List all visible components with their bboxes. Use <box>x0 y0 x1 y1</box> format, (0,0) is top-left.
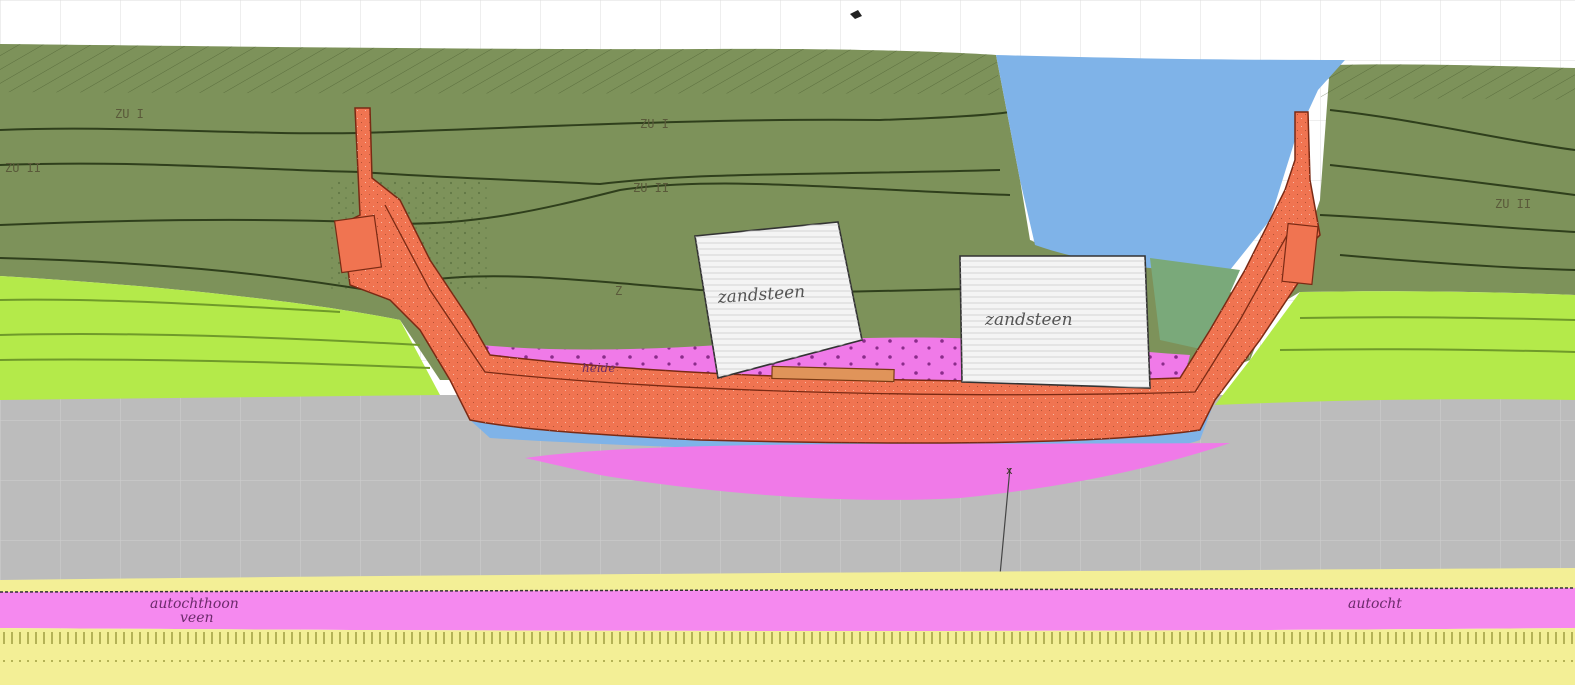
label-zu-i-mid: ZU I <box>640 117 669 131</box>
label-heide: heide <box>582 361 615 375</box>
svg-text:zandsteen: zandsteen <box>984 310 1073 330</box>
soil-section-diagram: x zandsteen zandsteen ZU I ZU II ZU I ZU… <box>0 0 1575 685</box>
label-peat-right: autocht <box>1348 596 1402 612</box>
boat-left-block <box>333 214 383 274</box>
boat-right-block <box>1281 222 1319 286</box>
yellow-teeth <box>0 632 1575 662</box>
label-zu-ii-right: ZU II <box>1495 197 1531 211</box>
label-zu-i-left: ZU I <box>115 107 144 121</box>
wooden-plank <box>771 365 895 383</box>
x-marker: x <box>1006 464 1013 477</box>
green-hatched-topsoil-right <box>1320 64 1575 100</box>
sandstone-block-right: zandsteen <box>959 255 1151 389</box>
label-z-mid: Z <box>615 284 622 298</box>
label-zu-ii-left: ZU II <box>5 161 41 175</box>
label-peat-left-2: veen <box>180 610 214 626</box>
green-hatched-topsoil <box>0 44 1000 95</box>
label-zu-ii-mid: ZU II <box>633 181 669 195</box>
